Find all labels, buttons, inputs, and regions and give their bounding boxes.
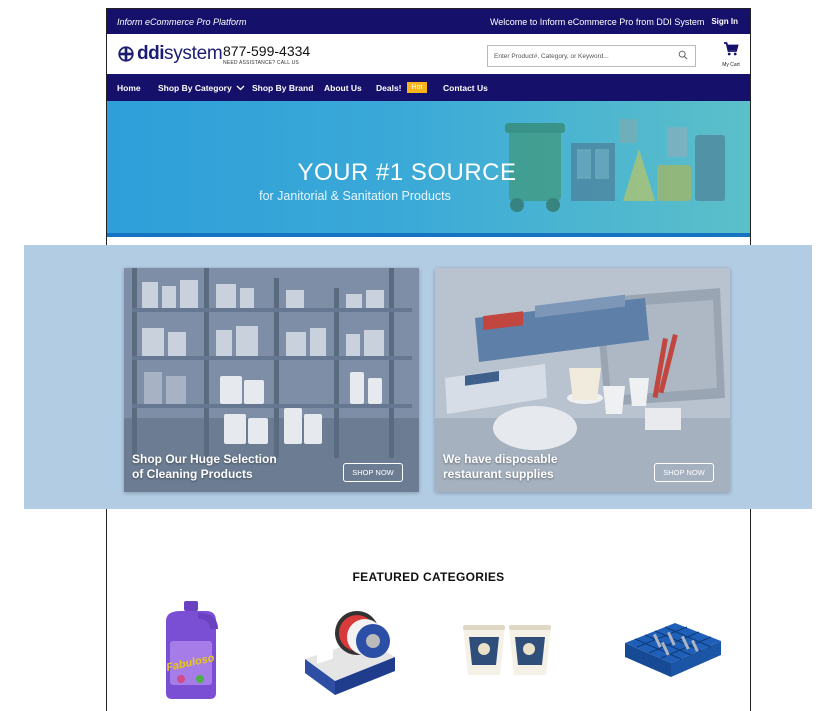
phone-block: 877-599-4334 NEED ASSISTANCE? CALL US <box>223 43 310 66</box>
main-nav: Home Shop By Category Shop By Brand Abou… <box>107 74 750 101</box>
featured-category-tape[interactable] <box>295 599 405 709</box>
nav-contact-us[interactable]: Contact Us <box>443 83 488 93</box>
hero-title: YOUR #1 SOURCE <box>297 159 517 186</box>
welcome-text: Welcome to Inform eCommerce Pro from DDI… <box>489 16 705 27</box>
sign-in-link[interactable]: Sign In <box>711 17 738 26</box>
promo-restaurant-label: We have disposable restaurant supplies <box>443 452 558 482</box>
nav-deals[interactable]: Deals! Hot <box>376 82 428 93</box>
nav-deals-label: Deals! <box>376 82 402 93</box>
paper-cups-image <box>463 625 551 675</box>
promo-restaurant-line1: We have disposable <box>443 452 558 466</box>
promo-cleaning-products[interactable]: Shop Our Huge Selection of Cleaning Prod… <box>124 268 419 492</box>
featured-categories-title: FEATURED CATEGORIES <box>352 570 505 584</box>
promo-cleaning-line2: of Cleaning Products <box>132 467 253 481</box>
featured-category-cleaner[interactable]: Fabuloso <box>136 599 246 709</box>
platform-name: Inform eCommerce Pro Platform <box>117 16 247 27</box>
promo-restaurant-line2: restaurant supplies <box>443 467 554 481</box>
hero-banner[interactable]: YOUR #1 SOURCE for Janitorial & Sanitati… <box>107 101 750 237</box>
nav-about-us[interactable]: About Us <box>324 83 362 93</box>
cart-label: My Cart <box>722 62 740 68</box>
search-icon[interactable] <box>678 50 688 60</box>
assistance-text: NEED ASSISTANCE? CALL US <box>223 60 299 66</box>
phone-number[interactable]: 877-599-4334 <box>223 43 310 59</box>
promo-cleaning-line1: Shop Our Huge Selection <box>132 452 277 466</box>
cart-icon <box>724 42 739 56</box>
nav-shop-by-category[interactable]: Shop By Category <box>158 83 245 93</box>
tape-dispenser-image <box>305 611 395 695</box>
chevron-down-icon <box>236 85 245 90</box>
promo-cleaning-label: Shop Our Huge Selection of Cleaning Prod… <box>132 452 277 482</box>
globe-logo-icon <box>118 46 134 62</box>
hot-badge: Hot <box>406 82 428 93</box>
search-input[interactable] <box>488 51 676 61</box>
hero-divider <box>107 233 750 237</box>
top-bar: Inform eCommerce Pro Platform Welcome to… <box>107 9 750 34</box>
header: ddi system 877-599-4334 NEED ASSISTANCE?… <box>107 34 750 74</box>
cleaner-bottle-image: Fabuloso <box>165 601 218 699</box>
nav-home[interactable]: Home <box>117 83 141 93</box>
promo-restaurant-supplies[interactable]: We have disposable restaurant supplies S… <box>435 268 730 492</box>
featured-category-cups[interactable] <box>457 599 567 709</box>
logo-ddi: ddi <box>137 43 165 64</box>
cart-button[interactable]: My Cart <box>720 42 742 68</box>
shop-now-button-cleaning[interactable]: SHOP NOW <box>343 463 403 482</box>
ddi-system-logo[interactable]: ddi system <box>117 43 223 65</box>
hero-subtitle: for Janitorial & Sanitation Products <box>259 189 451 203</box>
nav-shop-by-category-label: Shop By Category <box>158 82 232 93</box>
featured-category-racks[interactable] <box>617 599 727 709</box>
search-box <box>487 45 696 67</box>
shop-now-button-restaurant[interactable]: SHOP NOW <box>654 463 714 482</box>
dish-rack-image <box>625 623 721 677</box>
nav-shop-by-brand[interactable]: Shop By Brand <box>252 83 313 93</box>
logo-system: system <box>164 43 223 64</box>
